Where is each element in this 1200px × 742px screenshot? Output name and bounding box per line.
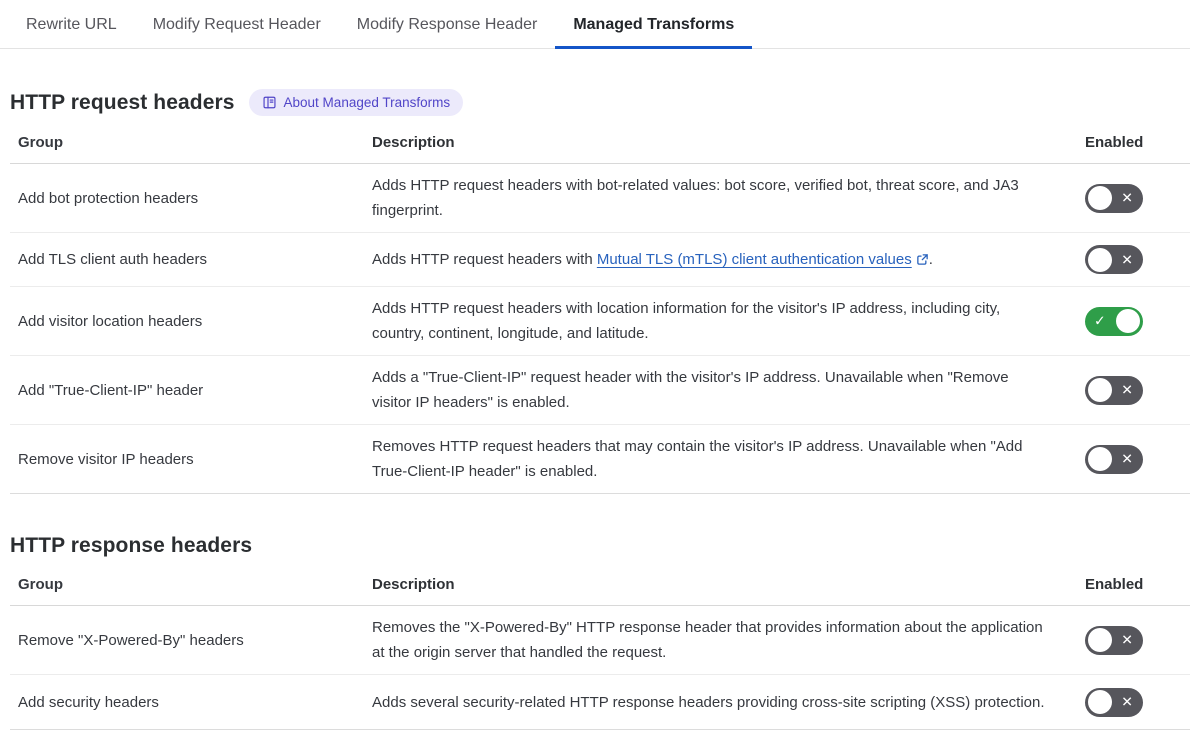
row-group-label: Add security headers	[18, 693, 159, 711]
toggle-state-icon: ✓	[1094, 312, 1106, 329]
section-title-request-headers: HTTP request headers	[10, 90, 235, 114]
toggle-knob	[1088, 247, 1112, 272]
toggle-knob	[1088, 186, 1112, 210]
table-row: Add bot protection headers Adds HTTP req…	[10, 164, 1190, 233]
toggle-add-true-client-ip-header[interactable]: ✕	[1085, 375, 1143, 405]
mtls-docs-link[interactable]: Mutual TLS (mTLS) client authentication …	[597, 251, 929, 268]
row-description: Adds several security-related HTTP respo…	[372, 693, 1045, 711]
table-header-row: Group Description Enabled	[10, 128, 1190, 164]
description-text: Adds HTTP request headers with	[372, 251, 597, 268]
http-response-headers-section: HTTP response headers Group Description …	[0, 534, 1200, 730]
toggle-knob	[1116, 309, 1140, 333]
about-managed-transforms-badge[interactable]: About Managed Transforms	[248, 89, 464, 116]
table-header-row: Group Description Enabled	[10, 570, 1190, 606]
http-request-headers-section: HTTP request headers About Managed Trans…	[0, 89, 1200, 494]
tab-rewrite-url[interactable]: Rewrite URL	[8, 0, 135, 49]
toggle-state-icon: ✕	[1121, 189, 1133, 206]
table-row: Add security headers Adds several securi…	[10, 675, 1190, 729]
row-description: Removes HTTP request headers that may co…	[372, 438, 1023, 480]
row-description: Removes the "X-Powered-By" HTTP response…	[372, 619, 1043, 661]
row-description: Adds a "True-Client-IP" request header w…	[372, 369, 1009, 411]
row-group-label: Add bot protection headers	[18, 189, 199, 207]
row-description: Adds HTTP request headers with Mutual TL…	[372, 247, 1084, 272]
row-group-label: Add TLS client auth headers	[18, 251, 208, 268]
row-group-label: Add visitor location headers	[18, 312, 203, 330]
toggle-remove-x-powered-by-headers[interactable]: ✕	[1085, 625, 1143, 655]
tab-managed-transforms[interactable]: Managed Transforms	[555, 0, 753, 49]
toggle-knob	[1088, 628, 1112, 652]
column-header-description: Description	[372, 134, 455, 151]
toggle-state-icon: ✕	[1121, 693, 1133, 710]
book-icon	[263, 96, 276, 109]
response-headers-table: Group Description Enabled Remove "X-Powe…	[10, 570, 1190, 730]
description-text: .	[928, 251, 933, 268]
toggle-add-bot-protection-headers[interactable]: ✕	[1085, 183, 1143, 213]
row-group-label: Add "True-Client-IP" header	[18, 381, 204, 399]
external-link-icon	[916, 254, 928, 265]
row-description: Adds HTTP request headers with location …	[372, 300, 1001, 342]
section-title-response-headers: HTTP response headers	[10, 534, 253, 557]
row-group-label: Remove visitor IP headers	[18, 450, 194, 468]
table-row: Add "True-Client-IP" header Adds a "True…	[10, 356, 1190, 425]
toggle-remove-visitor-ip-headers[interactable]: ✕	[1085, 444, 1143, 474]
toggle-state-icon: ✕	[1121, 251, 1133, 268]
column-header-group: Group	[18, 134, 63, 151]
column-header-enabled: Enabled	[1085, 576, 1144, 593]
table-row: Add visitor location headers Adds HTTP r…	[10, 287, 1190, 356]
table-row: Add TLS client auth headers Adds HTTP re…	[10, 233, 1190, 287]
transform-rules-tabbar: Rewrite URL Modify Request Header Modify…	[0, 0, 1190, 49]
row-group-label: Remove "X-Powered-By" headers	[18, 631, 244, 649]
badge-label: About Managed Transforms	[283, 94, 451, 110]
column-header-group: Group	[18, 576, 63, 593]
tab-modify-request-header[interactable]: Modify Request Header	[135, 0, 339, 49]
table-row: Remove visitor IP headers Removes HTTP r…	[10, 425, 1190, 493]
toggle-add-visitor-location-headers[interactable]: ✓	[1085, 306, 1143, 336]
column-header-description: Description	[372, 576, 455, 593]
toggle-knob	[1088, 690, 1112, 714]
tab-modify-response-header[interactable]: Modify Response Header	[339, 0, 556, 49]
toggle-state-icon: ✕	[1121, 631, 1133, 648]
toggle-state-icon: ✕	[1121, 381, 1133, 398]
toggle-add-tls-client-auth-headers[interactable]: ✕	[1085, 245, 1143, 274]
toggle-knob	[1088, 447, 1112, 471]
toggle-knob	[1088, 378, 1112, 402]
column-header-enabled: Enabled	[1085, 134, 1144, 151]
table-row: Remove "X-Powered-By" headers Removes th…	[10, 606, 1190, 675]
link-label: Mutual TLS (mTLS) client authentication …	[596, 251, 912, 268]
row-description: Adds HTTP request headers with bot-relat…	[372, 177, 1019, 219]
toggle-add-security-headers[interactable]: ✕	[1085, 687, 1143, 717]
toggle-state-icon: ✕	[1121, 450, 1133, 467]
request-headers-table: Group Description Enabled Add bot protec…	[10, 128, 1190, 494]
